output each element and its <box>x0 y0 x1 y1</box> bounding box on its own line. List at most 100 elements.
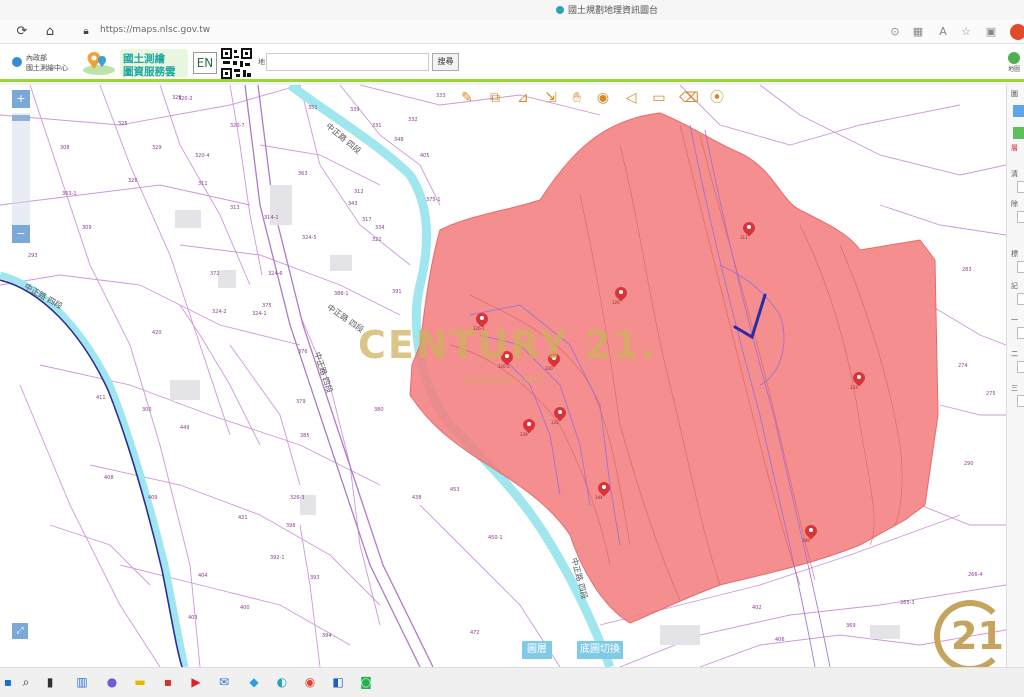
lot-label: 404 <box>198 573 208 579</box>
basemap-switch-button[interactable]: 底圖切換 <box>577 641 623 659</box>
apps-icon[interactable]: ▦ <box>911 25 925 39</box>
side-panel-select[interactable] <box>1017 293 1024 305</box>
parcel-marker[interactable]: 335 <box>551 404 569 429</box>
zoom-slider-thumb[interactable] <box>12 115 30 121</box>
measure-icon[interactable]: ⊿ <box>512 87 534 109</box>
zoom-out-button[interactable]: − <box>12 225 30 243</box>
lot-label: 308 <box>60 145 70 151</box>
language-button[interactable]: EN <box>193 52 217 74</box>
lot-label: 343 <box>348 201 358 207</box>
outlook-icon[interactable]: ◧ <box>330 674 346 690</box>
eye-icon[interactable]: ◉ <box>592 87 614 109</box>
globe-icon <box>1008 52 1020 64</box>
search-button[interactable]: 搜尋 <box>432 53 459 71</box>
edge-icon[interactable]: ◐ <box>274 674 290 690</box>
layers-button[interactable]: 圖層 <box>522 641 552 659</box>
qr-code-icon[interactable] <box>221 48 252 79</box>
side-panel-select[interactable] <box>1017 327 1024 339</box>
search-icon[interactable]: ⌕ <box>18 674 34 690</box>
chrome-icon[interactable]: ◉ <box>302 674 318 690</box>
lot-label: 324-1 <box>252 311 267 317</box>
collections-icon[interactable]: ▣ <box>984 25 998 39</box>
basemap-globe-button[interactable]: 地圖 <box>1004 52 1024 78</box>
lot-label: 320-4 <box>195 153 210 159</box>
side-panel-select[interactable] <box>1017 361 1024 373</box>
lot-label: 431 <box>238 515 248 521</box>
century21-logo: 21 <box>934 600 1006 672</box>
favorite-icon[interactable]: ☆ <box>959 25 973 39</box>
side-panel-label: 除 <box>1011 200 1018 208</box>
window-title: 國土規劃地理資訊圖台 <box>556 3 658 16</box>
lot-label: 324-6 <box>268 271 283 277</box>
fullscreen-button[interactable]: ⤢ <box>12 623 28 639</box>
map-canvas[interactable]: 320-2 325 320-7 326 328 329 320-4 351 33… <box>0 85 1006 667</box>
task-view-icon[interactable]: ▮ <box>42 674 58 690</box>
side-tab-blue[interactable] <box>1013 105 1024 117</box>
lot-label: 398 <box>286 523 296 529</box>
lot-label: 266-4 <box>968 572 983 578</box>
reload-icon[interactable]: ⟳ <box>14 24 30 40</box>
mail-icon[interactable]: ✉ <box>216 674 232 690</box>
lot-label: 385 <box>300 433 310 439</box>
browser-address-bar: ⟳ ⌂ 🔒︎ https://maps.nlsc.gov.tw ⊙ ▦ A ☆ … <box>0 20 1024 44</box>
side-panel-label: 清 <box>1011 170 1018 178</box>
chat-icon[interactable]: ● <box>104 674 120 690</box>
side-panel-checkbox[interactable] <box>1017 211 1024 223</box>
lot-label: 324-2 <box>212 309 227 315</box>
windows-icon[interactable]: ▪ <box>0 674 16 690</box>
search-input[interactable] <box>266 53 429 71</box>
lot-label: 408 <box>104 475 114 481</box>
lot-label: 324-5 <box>302 235 317 241</box>
site-title-logo[interactable]: 國土測繪 圖資服務雲 <box>120 49 188 78</box>
profile-icon[interactable] <box>1010 24 1024 40</box>
hand-icon[interactable]: ✋︎ <box>566 87 588 109</box>
widgets-icon[interactable]: ▥ <box>74 674 90 690</box>
lot-label: 409 <box>148 495 158 501</box>
line-icon[interactable]: ◙ <box>358 674 374 690</box>
file-explorer-icon[interactable]: ▬ <box>132 674 148 690</box>
export-icon[interactable]: ⇲ <box>540 87 562 109</box>
lot-label: 334 <box>375 225 385 231</box>
url-field[interactable]: https://maps.nlsc.gov.tw <box>100 25 210 35</box>
search-label: 地 <box>258 58 265 66</box>
lot-label: 394 <box>322 633 332 639</box>
side-tab-green[interactable] <box>1013 127 1024 139</box>
side-panel-label: 圖 <box>1011 90 1018 98</box>
side-panel-label: 二 <box>1011 350 1018 358</box>
zoom-in-button[interactable]: + <box>12 90 30 108</box>
youtube-icon[interactable]: ▶ <box>188 674 204 690</box>
lot-label: 309 <box>82 225 92 231</box>
century21-watermark: CENTURY 21. <box>358 323 658 367</box>
parcel-marker[interactable]: 333 <box>850 369 868 394</box>
parcel-marker[interactable]: 311 <box>740 219 758 244</box>
location-permission-icon[interactable]: ⊙ <box>888 25 902 39</box>
lot-label: 403 <box>188 615 198 621</box>
triangle-icon[interactable]: ◁ <box>620 87 642 109</box>
lot-label: 317 <box>362 217 372 223</box>
parcel-marker[interactable]: 349 <box>802 522 820 547</box>
lot-label: 326-3 <box>290 495 305 501</box>
side-panel-select[interactable] <box>1017 395 1024 407</box>
lot-label: 369 <box>846 623 856 629</box>
side-panel-select[interactable] <box>1017 261 1024 273</box>
parcel-marker[interactable]: 320 <box>612 284 630 309</box>
side-panel-checkbox[interactable] <box>1017 181 1024 193</box>
eraser-icon[interactable]: ⌫ <box>678 87 700 109</box>
edit-icon[interactable]: ✎ <box>456 87 478 109</box>
lot-label: 380 <box>374 407 384 413</box>
lot-label: 311 <box>198 181 208 187</box>
parcel-marker[interactable]: 339 <box>520 416 538 441</box>
zoom-slider-track[interactable] <box>12 113 30 228</box>
lot-label: 333 <box>436 93 446 99</box>
location-icon[interactable]: ⦿ <box>706 87 728 109</box>
taskbar: ▪ ⌕ ▮ ▥ ● ▬ ▪ ▶ ✉ ◆ ◐ ◉ ◧ ◙ <box>0 667 1024 697</box>
lot-label: 325 <box>118 121 128 127</box>
read-aloud-icon[interactable]: A <box>936 25 950 39</box>
layers-icon[interactable]: ⧉ <box>484 87 506 109</box>
parcel-marker[interactable]: 344 <box>595 479 613 504</box>
screen-icon[interactable]: ▭ <box>648 87 670 109</box>
store-icon[interactable]: ▪ <box>160 674 176 690</box>
home-icon[interactable]: ⌂ <box>42 24 58 40</box>
photos-icon[interactable]: ◆ <box>246 674 262 690</box>
lot-label: 322 <box>372 237 382 243</box>
